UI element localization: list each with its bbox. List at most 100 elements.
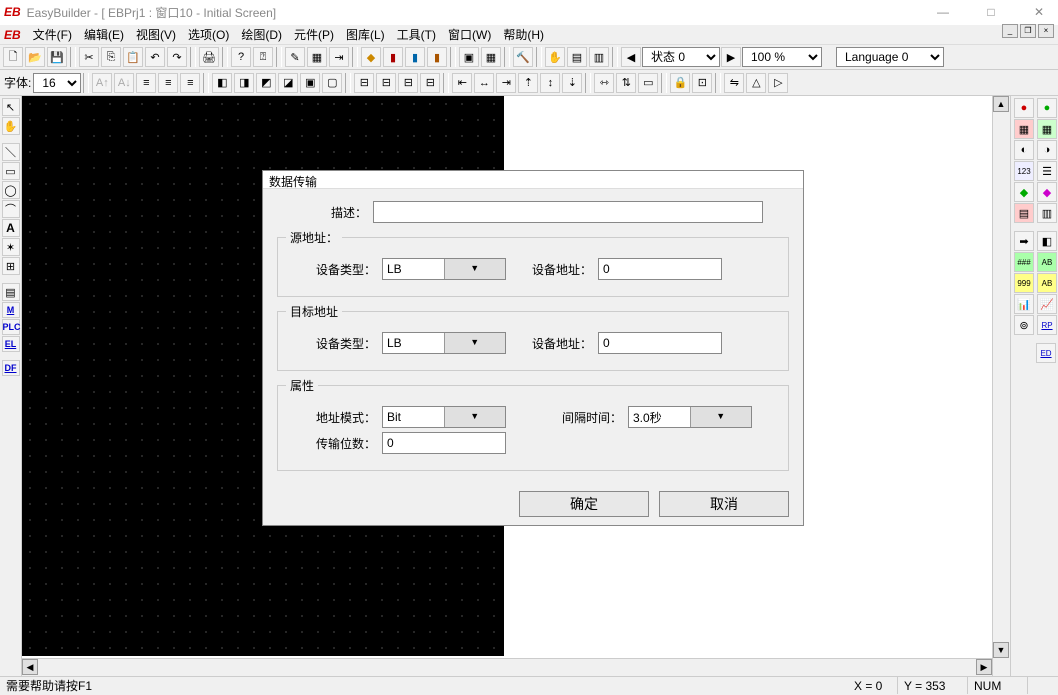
nudge4-button[interactable]: ⊟	[420, 73, 440, 93]
bring-forward-button[interactable]: ◩	[256, 73, 276, 93]
text-tool[interactable]: A	[2, 219, 20, 237]
pointer-tool[interactable]: ↖	[2, 98, 20, 116]
menu-window[interactable]: 窗口(W)	[442, 24, 497, 45]
cancel-button[interactable]: 取消	[659, 491, 789, 517]
ok-button[interactable]: 确定	[519, 491, 649, 517]
rt-btn-10[interactable]: ◆	[1037, 182, 1057, 202]
rt-btn-15[interactable]: ###	[1014, 252, 1034, 272]
copy-button[interactable]: ⎘	[101, 47, 121, 67]
addr-mode-combo[interactable]: Bit▼	[382, 406, 506, 428]
print-button[interactable]: 🖨	[199, 47, 219, 67]
offline-sim-icon[interactable]: ▮	[405, 47, 425, 67]
rt-btn-20[interactable]: 📈	[1037, 294, 1057, 314]
rt-btn-1[interactable]: ●	[1014, 98, 1034, 118]
alignr-button[interactable]: ⇥	[496, 73, 516, 93]
rt-btn-11[interactable]: ▤	[1014, 203, 1034, 223]
rt-rp-button[interactable]: RP	[1037, 315, 1057, 335]
mdi-minimize-button[interactable]: _	[1002, 24, 1018, 38]
dist-v-button[interactable]: ⇅	[616, 73, 636, 93]
download-icon[interactable]: ▮	[427, 47, 447, 67]
close-button[interactable]: ✕	[1024, 5, 1054, 19]
new-button[interactable]: 🗋	[3, 47, 23, 67]
bitmap-tool[interactable]: ▤	[2, 283, 20, 301]
hand-icon[interactable]: ✋	[545, 47, 565, 67]
redo-button[interactable]: ↷	[167, 47, 187, 67]
alignl-button[interactable]: ⇤	[452, 73, 472, 93]
rt-btn-12[interactable]: ▥	[1037, 203, 1057, 223]
window-icon[interactable]: ▣	[459, 47, 479, 67]
rotate-button[interactable]: ▷	[768, 73, 788, 93]
menu-tools[interactable]: 工具(T)	[391, 24, 442, 45]
rt-btn-18[interactable]: AB	[1037, 273, 1057, 293]
menu-edit[interactable]: 编辑(E)	[78, 24, 130, 45]
desc-input[interactable]	[373, 201, 763, 223]
nudge2-button[interactable]: ⊟	[376, 73, 396, 93]
rt-btn-2[interactable]: ●	[1037, 98, 1057, 118]
compile-icon[interactable]: ◆	[361, 47, 381, 67]
rt-btn-17[interactable]: 999	[1014, 273, 1034, 293]
alignc-button[interactable]: ↔	[474, 73, 494, 93]
scroll-right-button[interactable]: ▶	[976, 659, 992, 675]
dist-h-button[interactable]: ⇿	[594, 73, 614, 93]
rt-btn-4[interactable]: ▦	[1037, 119, 1057, 139]
rt-btn-5[interactable]: ◐	[1014, 140, 1034, 160]
vertical-scrollbar[interactable]: ▲ ▼	[992, 96, 1010, 676]
arc-tool[interactable]: ⌒	[2, 200, 20, 218]
src-addr-input[interactable]	[598, 258, 722, 280]
menu-help[interactable]: 帮助(H)	[497, 24, 550, 45]
rt-btn-13[interactable]: ➡	[1014, 231, 1034, 251]
m-tool[interactable]: M	[2, 302, 20, 318]
flip-v-button[interactable]: △	[746, 73, 766, 93]
state-prev-button[interactable]: ◀	[621, 47, 641, 67]
save-button[interactable]: 💾	[47, 47, 67, 67]
rt-btn-6[interactable]: ◑	[1037, 140, 1057, 160]
flip-h-button[interactable]: ⇋	[724, 73, 744, 93]
snap-icon[interactable]: ⇥	[329, 47, 349, 67]
menu-view[interactable]: 视图(V)	[130, 24, 182, 45]
context-help-button[interactable]: ⍰	[253, 47, 273, 67]
align-left-button[interactable]: ≡	[136, 73, 156, 93]
group-button[interactable]: ▣	[300, 73, 320, 93]
rt-btn-9[interactable]: ◆	[1014, 182, 1034, 202]
interval-combo[interactable]: 3.0秒▼	[628, 406, 752, 428]
send-back-button[interactable]: ◨	[234, 73, 254, 93]
menu-file[interactable]: 文件(F)	[27, 24, 78, 45]
el-tool[interactable]: EL	[2, 336, 20, 352]
help-button[interactable]: ?	[231, 47, 251, 67]
align-right-button[interactable]: ≡	[180, 73, 200, 93]
hand-tool[interactable]: ✋	[2, 117, 20, 135]
menu-draw[interactable]: 绘图(D)	[235, 24, 288, 45]
rt-ed-button[interactable]: ED	[1036, 343, 1056, 363]
font-dec-button[interactable]: A↓	[114, 73, 134, 93]
alignt-button[interactable]: ⇡	[518, 73, 538, 93]
language-combo[interactable]: Language 0	[836, 47, 944, 67]
menu-parts[interactable]: 元件(P)	[288, 24, 340, 45]
lock-button[interactable]: 🔒	[670, 73, 690, 93]
df-tool[interactable]: DF	[2, 360, 20, 376]
scroll-down-button[interactable]: ▼	[993, 642, 1009, 658]
alignm-button[interactable]: ↕	[540, 73, 560, 93]
menu-library[interactable]: 图库(L)	[340, 24, 391, 45]
scale-tool[interactable]: ⊞	[2, 257, 20, 275]
undo-button[interactable]: ↶	[145, 47, 165, 67]
rt-btn-14[interactable]: ◧	[1037, 231, 1057, 251]
align-center-button[interactable]: ≡	[158, 73, 178, 93]
rt-btn-7[interactable]: 123	[1014, 161, 1034, 181]
plc-tool[interactable]: PLC	[2, 319, 20, 335]
state-next-button[interactable]: ▶	[721, 47, 741, 67]
grid-icon[interactable]: ▦	[307, 47, 327, 67]
send-backward-button[interactable]: ◪	[278, 73, 298, 93]
cut-button[interactable]: ✂	[79, 47, 99, 67]
window2-icon[interactable]: ▦	[481, 47, 501, 67]
maximize-button[interactable]: □	[976, 5, 1006, 19]
paste-button[interactable]: 📋	[123, 47, 143, 67]
scroll-up-button[interactable]: ▲	[993, 96, 1009, 112]
bring-front-button[interactable]: ◧	[212, 73, 232, 93]
alignb-button[interactable]: ⇣	[562, 73, 582, 93]
same-size-button[interactable]: ▭	[638, 73, 658, 93]
online-sim-icon[interactable]: ▮	[383, 47, 403, 67]
nudge1-button[interactable]: ⊟	[354, 73, 374, 93]
marker-icon[interactable]: ✎	[285, 47, 305, 67]
dst-type-combo[interactable]: LB▼	[382, 332, 506, 354]
rt-btn-19[interactable]: 📊	[1014, 294, 1034, 314]
